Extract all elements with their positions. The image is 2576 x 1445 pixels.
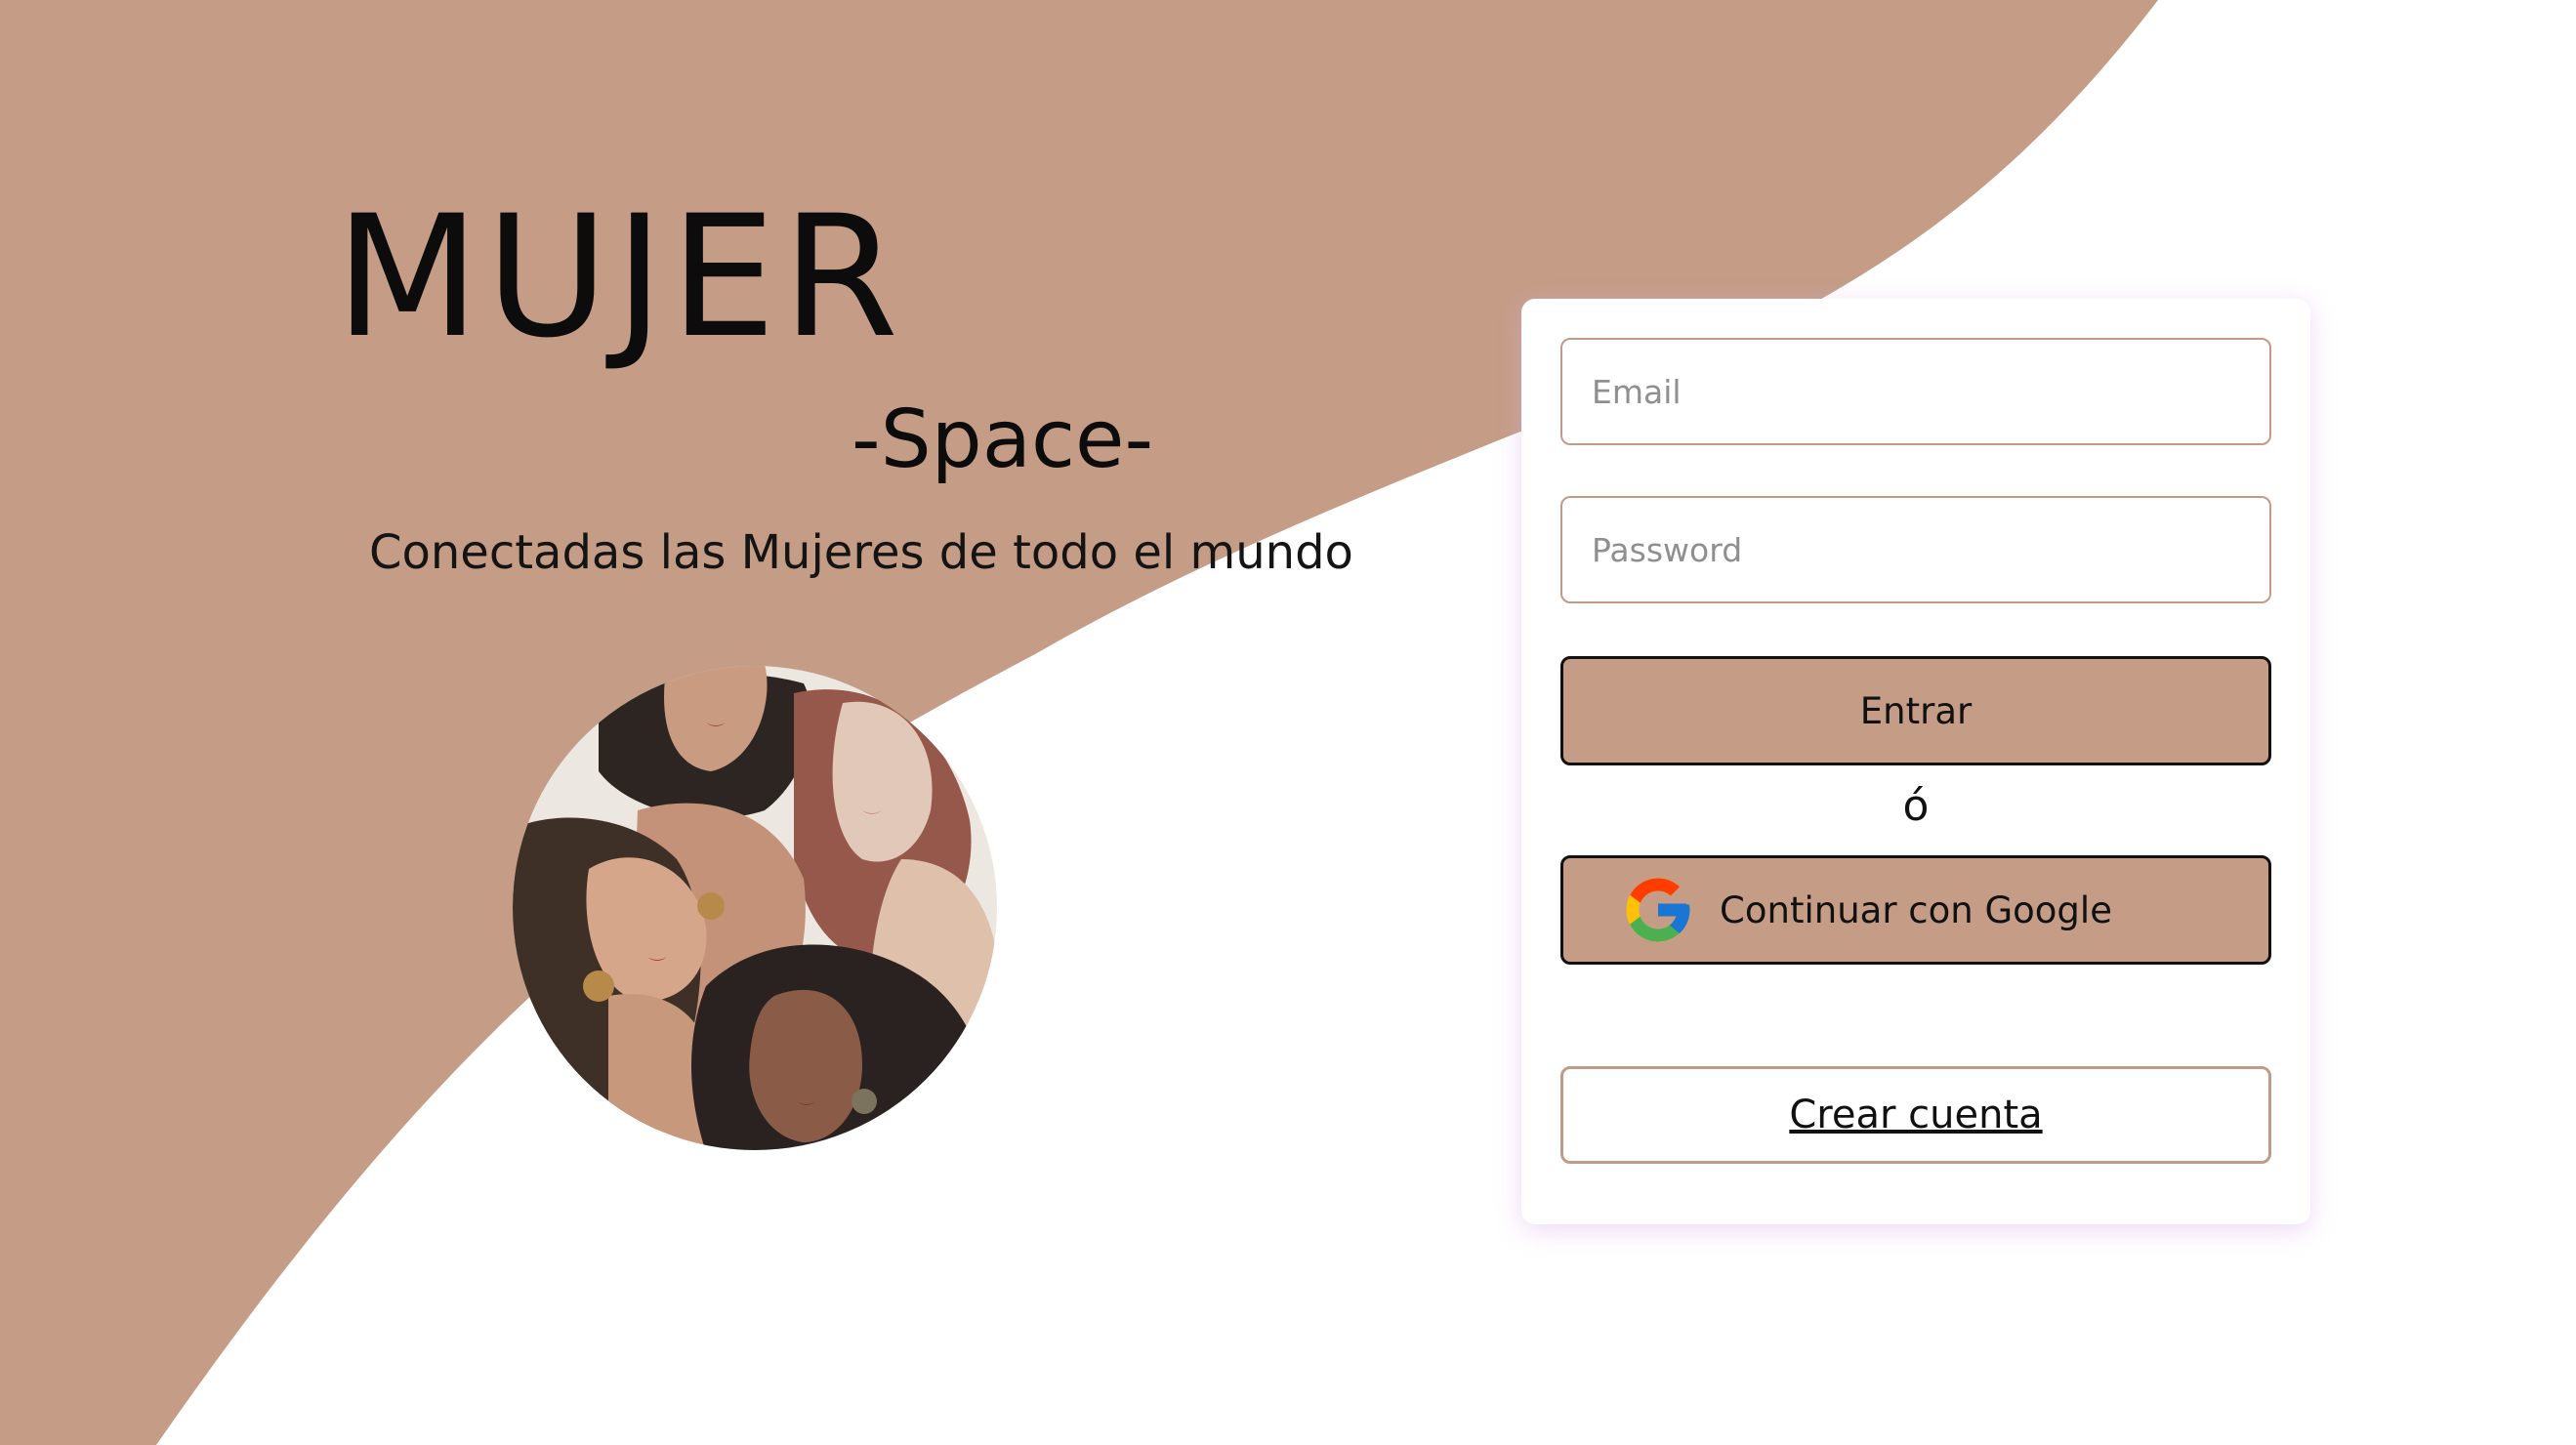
login-button-label: Entrar	[1859, 689, 1973, 732]
google-icon	[1626, 878, 1690, 942]
password-input[interactable]	[1560, 496, 2271, 603]
create-account-button[interactable]: Crear cuenta	[1560, 1066, 2271, 1164]
google-signin-button[interactable]: Continuar con Google	[1560, 855, 2271, 965]
google-button-label: Continuar con Google	[1720, 888, 2112, 931]
brand-title: MUJER	[335, 179, 905, 375]
women-group-illustration	[513, 666, 997, 1150]
login-button[interactable]: Entrar	[1560, 656, 2271, 765]
create-account-label: Crear cuenta	[1789, 1093, 2043, 1137]
login-card: Entrar ó Continuar con Google Crear cuen…	[1521, 299, 2310, 1224]
email-input[interactable]	[1560, 338, 2271, 445]
or-separator: ó	[1902, 781, 1930, 831]
brand-subtitle: -Space-	[852, 393, 1154, 486]
tagline: Conectadas las Mujeres de todo el mundo	[369, 525, 1353, 580]
